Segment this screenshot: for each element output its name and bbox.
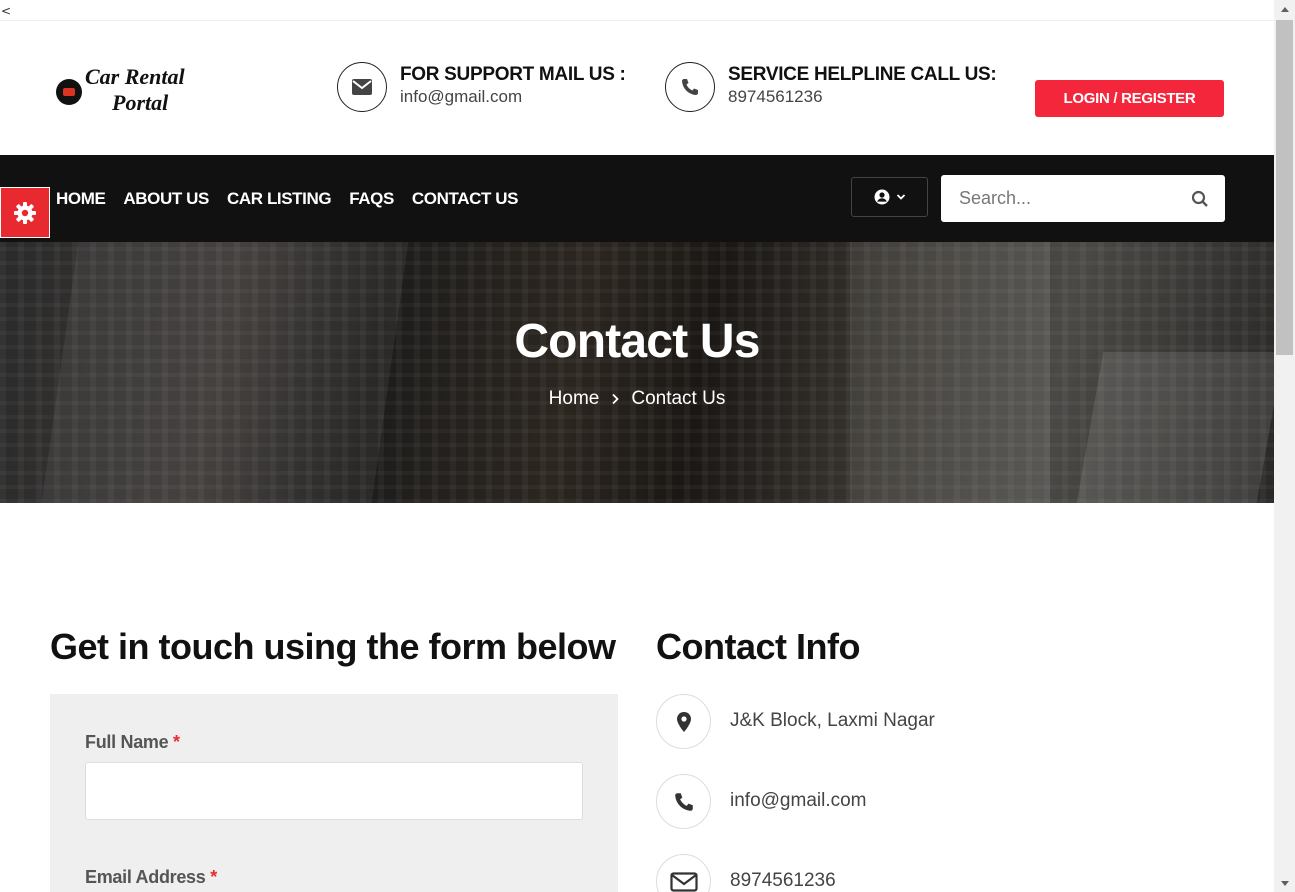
user-circle-icon — [874, 189, 889, 205]
search-box — [941, 175, 1225, 222]
logo-text-line1: Car Rental — [85, 64, 185, 89]
scroll-up-arrow-icon[interactable] — [1274, 0, 1295, 18]
site-logo[interactable]: Car Rental Portal — [56, 64, 216, 118]
helpline-block: SERVICE HELPLINE CALL US: 8974561236 — [665, 62, 997, 114]
logo-mark-icon — [56, 79, 82, 105]
email-address-label: Email Address * — [85, 867, 217, 888]
phone-icon — [665, 62, 715, 112]
search-input[interactable] — [941, 175, 1181, 222]
search-icon — [1191, 190, 1208, 207]
support-mail-title: FOR SUPPORT MAIL US : — [400, 64, 626, 85]
nav-item-home[interactable]: HOME — [56, 189, 106, 209]
page-hero-banner: Contact Us Home Contact Us — [0, 242, 1274, 503]
contact-form: Full Name * Email Address * — [50, 694, 618, 892]
page-title: Contact Us — [514, 315, 760, 368]
email-address-label-text: Email Address — [85, 867, 206, 887]
required-marker: * — [210, 867, 217, 887]
login-register-button[interactable]: LOGIN / REGISTER — [1035, 80, 1224, 117]
contact-info-item: info@gmail.com — [656, 774, 1216, 830]
map-marker-icon — [656, 694, 711, 749]
support-mail-value[interactable]: info@gmail.com — [400, 87, 522, 107]
full-name-label: Full Name * — [85, 732, 180, 753]
envelope-icon — [656, 854, 711, 892]
stray-character: < — [1, 4, 12, 18]
page: < Car Rental Portal FOR SUPPORT MAIL US … — [0, 0, 1274, 892]
chevron-right-icon — [612, 393, 620, 405]
required-marker: * — [173, 732, 180, 752]
full-name-label-text: Full Name — [85, 732, 169, 752]
nav-item-faqs[interactable]: FAQS — [349, 189, 394, 209]
hero-background-building — [41, 242, 409, 503]
user-menu-dropdown[interactable] — [851, 177, 928, 217]
breadcrumb: Home Contact Us — [0, 388, 1274, 410]
breadcrumb-home-link[interactable]: Home — [549, 388, 600, 410]
main-navbar: HOME ABOUT US CAR LISTING FAQS CONTACT U… — [0, 155, 1274, 242]
nav-item-about-us[interactable]: ABOUT US — [123, 189, 209, 209]
helpline-title: SERVICE HELPLINE CALL US: — [728, 64, 997, 85]
breadcrumb-current: Contact Us — [631, 388, 726, 409]
nav-item-car-listing[interactable]: CAR LISTING — [227, 189, 332, 209]
search-button[interactable] — [1189, 188, 1211, 210]
scrollbar-thumb[interactable] — [1276, 20, 1293, 355]
page-scrollbar[interactable] — [1274, 0, 1295, 892]
phone-icon — [656, 774, 711, 829]
contact-info-heading: Contact Info — [656, 626, 860, 667]
envelope-icon — [337, 62, 387, 112]
contact-email[interactable]: info@gmail.com — [730, 790, 867, 812]
hero-background-building — [1076, 352, 1274, 503]
nav-menu: HOME ABOUT US CAR LISTING FAQS CONTACT U… — [56, 155, 518, 242]
full-name-input[interactable] — [85, 762, 583, 820]
settings-toggle-button[interactable] — [0, 187, 50, 238]
helpline-value[interactable]: 8974561236 — [728, 87, 823, 107]
scroll-down-arrow-icon[interactable] — [1274, 874, 1295, 892]
support-mail-block: FOR SUPPORT MAIL US : info@gmail.com — [337, 62, 627, 114]
contact-form-heading: Get in touch using the form below — [50, 626, 616, 667]
logo-text-line2: Portal — [112, 90, 169, 115]
contact-phone[interactable]: 8974561236 — [730, 870, 836, 892]
top-divider — [0, 20, 1274, 21]
contact-info-item: 8974561236 — [656, 854, 1216, 892]
nav-item-contact-us[interactable]: CONTACT US — [412, 189, 519, 209]
contact-address: J&K Block, Laxmi Nagar — [730, 710, 935, 731]
contact-info-item: J&K Block, Laxmi Nagar — [656, 694, 1216, 750]
chevron-down-icon — [896, 194, 905, 200]
gear-icon — [14, 201, 36, 224]
hero-background-building — [850, 242, 1050, 503]
